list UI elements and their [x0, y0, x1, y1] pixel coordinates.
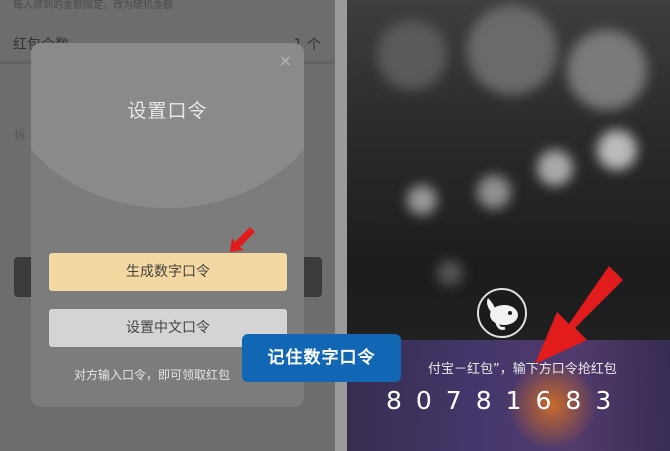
bokeh-light	[377, 20, 447, 90]
amount-hint-text: 每人领到的金额固定，改为随机金额	[13, 0, 173, 11]
dialog-hint-text: 对方输入口令，即可领取红包	[74, 368, 231, 382]
logo-icon	[477, 288, 527, 338]
bokeh-light	[467, 5, 557, 95]
bokeh-light	[567, 30, 647, 110]
screen-divider	[335, 0, 347, 451]
number-password-code: 80781683	[386, 386, 626, 415]
dialog-header-arc	[31, 43, 304, 208]
bokeh-light	[537, 150, 573, 186]
generate-number-password-button[interactable]: 生成数字口令	[49, 253, 287, 291]
bokeh-light	[597, 130, 637, 170]
close-icon[interactable]: ×	[279, 53, 292, 69]
left-phone-screen: 每人领到的金额固定，改为随机金额 红包个数 1 个 拆 × 设置口令 生成数字口…	[0, 0, 335, 451]
bokeh-light	[437, 260, 463, 286]
bokeh-light	[477, 175, 511, 209]
red-arrow-icon	[230, 227, 255, 252]
remember-code-label: 记住数字口令	[242, 334, 401, 382]
dialog-title: 设置口令	[127, 100, 208, 122]
red-arrow-icon	[535, 266, 623, 364]
right-phone-screen	[347, 0, 670, 451]
background-faint-text: 拆	[14, 128, 27, 142]
bokeh-light	[407, 185, 437, 215]
